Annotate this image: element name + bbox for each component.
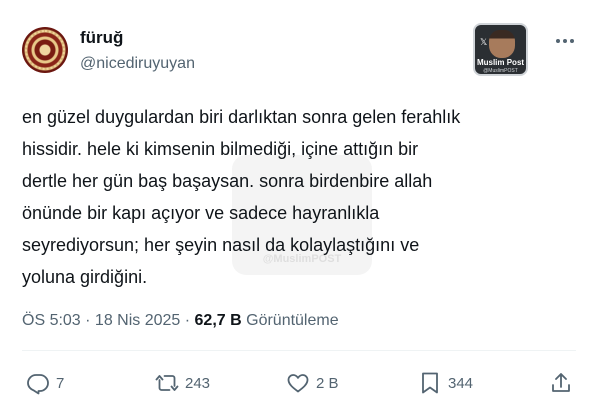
logo-portrait <box>489 30 515 58</box>
bookmark-count: 344 <box>448 374 474 392</box>
reply-count: 7 <box>56 374 65 392</box>
view-label: Görüntüleme <box>241 312 339 329</box>
tweet-meta: ÖS 5:03 · 18 Nis 2025 · 62,7 B Görüntüle… <box>22 312 339 330</box>
logo-title: Muslim Post <box>476 58 525 67</box>
view-count[interactable]: 62,7 B <box>195 312 242 329</box>
tweet-date[interactable]: 18 Nis 2025 <box>95 312 180 329</box>
share-icon <box>552 373 570 392</box>
share-button[interactable] <box>549 365 573 401</box>
meta-separator: · <box>180 312 195 329</box>
heart-icon <box>287 374 309 393</box>
more-icon[interactable] <box>553 34 577 48</box>
divider <box>22 350 576 351</box>
like-button[interactable]: 2 B <box>286 365 339 401</box>
muslim-post-logo: 𝕏 Muslim Post @MuslimPOST <box>473 23 528 76</box>
retweet-count: 243 <box>185 374 211 392</box>
x-logo-icon: 𝕏 <box>480 38 488 48</box>
reply-icon <box>27 374 49 395</box>
tweet-time[interactable]: ÖS 5:03 <box>22 312 81 329</box>
author-handle[interactable]: @nicediruyuyan <box>80 55 195 73</box>
author-name[interactable]: füruğ <box>80 28 123 48</box>
meta-separator: · <box>80 312 95 329</box>
tweet-text: en güzel duygulardan biri darlıktan sonr… <box>22 107 461 287</box>
bookmark-icon <box>422 372 438 394</box>
reply-button[interactable]: 7 <box>26 365 64 401</box>
retweet-button[interactable]: 243 <box>155 365 210 401</box>
more-dot <box>563 39 567 43</box>
retweet-icon <box>155 375 179 391</box>
more-dot <box>570 39 574 43</box>
logo-handle: @MuslimPOST <box>483 68 518 74</box>
more-dot <box>556 39 560 43</box>
avatar[interactable] <box>22 27 68 73</box>
action-bar: 7 243 2 B 344 <box>0 365 598 401</box>
bookmark-button[interactable]: 344 <box>418 365 473 401</box>
tweet-card: füruğ @nicediruyuyan 𝕏 Muslim Post @Musl… <box>0 0 598 417</box>
like-count: 2 B <box>316 374 339 392</box>
